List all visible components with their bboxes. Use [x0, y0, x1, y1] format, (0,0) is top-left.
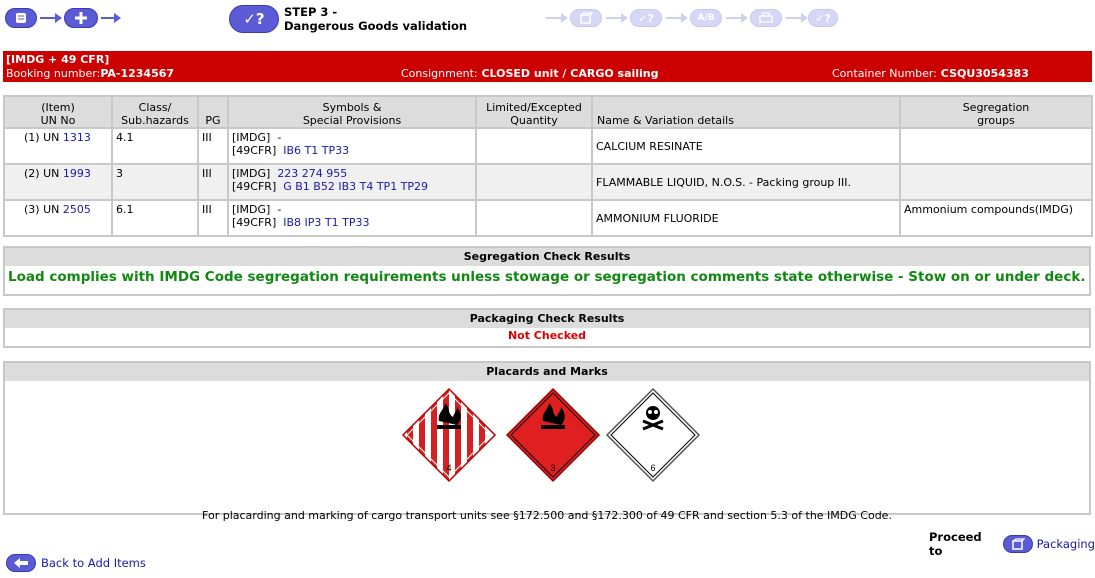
flammable-solid-placard-icon: 4 [401, 387, 497, 483]
step3-validation-icon[interactable]: ✓? [229, 5, 279, 33]
packaging-title: Packaging Check Results [5, 310, 1089, 328]
class-cell: 6.1 [111, 199, 199, 237]
step6-ab-icon: A/B [690, 9, 722, 27]
un-number-link[interactable]: 1313 [63, 131, 91, 144]
segregation-cell [899, 127, 1093, 165]
step-arrow-icon [101, 13, 121, 23]
col-name: Name & Variation details [591, 95, 901, 129]
table-row: (3) UN 2505 6.1 III [IMDG] - [49CFR] IB8 … [3, 199, 1093, 237]
special-provisions-link[interactable]: 223 274 955 [277, 167, 347, 180]
un-number-link[interactable]: 1993 [63, 167, 91, 180]
symbols-cell: [IMDG] 223 274 955 [49CFR] G B1 B52 IB3 T… [227, 163, 477, 201]
segregation-cell: Ammonium compounds(IMDG) [899, 199, 1093, 237]
class-cell: 4.1 [111, 127, 199, 165]
segregation-message: Load complies with IMDG Code segregation… [8, 269, 1086, 285]
pg-cell: III [197, 199, 229, 237]
table-row: (1) UN 1313 4.1 III [IMDG] - [49CFR] IB6 … [3, 127, 1093, 165]
back-section[interactable]: Back to Add Items [6, 554, 146, 572]
name-cell: FLAMMABLE LIQUID, N.O.S. - Packing group… [591, 163, 901, 201]
placarding-note: For placarding and marking of cargo tran… [202, 509, 892, 522]
step7-print-icon [750, 9, 782, 27]
step-arrow-icon [606, 13, 628, 23]
limited-cell [475, 163, 593, 201]
symbols-cell: [IMDG] - [49CFR] IB8 IP3 T1 TP33 [227, 199, 477, 237]
placard-class-number: 4 [446, 463, 451, 473]
consignment-type: Consignment: CLOSED unit / CARGO sailing [401, 67, 659, 80]
placards-area: 4 3 6 [5, 381, 1089, 509]
back-arrow-icon[interactable] [6, 554, 36, 572]
step1-list-icon[interactable] [5, 8, 37, 28]
placards-panel: Placards and Marks 4 3 6 For placarding … [3, 361, 1091, 522]
back-to-add-items-link[interactable]: Back to Add Items [41, 556, 146, 570]
step2-add-icon[interactable] [64, 8, 98, 28]
col-symbols: Symbols & Special Provisions [227, 95, 477, 129]
un-number-link[interactable]: 2505 [63, 203, 91, 216]
placards-title: Placards and Marks [5, 363, 1089, 381]
special-provisions-link[interactable]: IB8 IP3 T1 TP33 [283, 216, 369, 229]
segregation-title: Segregation Check Results [5, 248, 1089, 266]
consignment-header: [IMDG + 49 CFR] Booking number:PA-123456… [3, 51, 1092, 82]
dangerous-goods-table: (Item) UN No Class/Sub.hazards PG Symbols… [3, 95, 1093, 237]
step-arrow-icon [726, 13, 748, 23]
name-cell: CALCIUM RESINATE [591, 127, 901, 165]
placard-class-number: 3 [550, 463, 555, 473]
step5-check-icon: ✓? [630, 9, 662, 27]
container-number: Container Number: CSQU3054383 [832, 67, 1029, 80]
table-row: (2) UN 1993 3 III [IMDG] 223 274 955 [49C… [3, 163, 1093, 201]
item-un-cell: (1) UN 1313 [3, 127, 113, 165]
segregation-panel: Segregation Check Results Load complies … [3, 246, 1091, 296]
packaging-status: Not Checked [507, 329, 587, 342]
special-provisions-link[interactable]: G B1 B52 IB3 T4 TP1 TP29 [283, 180, 428, 193]
col-item-un: (Item) UN No [3, 95, 113, 129]
item-un-cell: (2) UN 1993 [3, 163, 113, 201]
regimes-label: [IMDG + 49 CFR] [6, 53, 110, 66]
step4-packaging-icon [570, 9, 602, 27]
step8-check-icon: ✓? [808, 9, 838, 27]
pg-cell: III [197, 127, 229, 165]
booking-number: Booking number:PA-1234567 [6, 67, 175, 80]
proceed-label: Proceed to [929, 530, 982, 558]
toxic-placard-icon: 6 [605, 387, 701, 483]
limited-cell [475, 127, 593, 165]
step-arrow-icon [40, 13, 62, 23]
step-arrow-icon [546, 13, 568, 23]
special-provisions-link[interactable]: IB6 T1 TP33 [283, 144, 349, 157]
packaging-step-icon[interactable] [1002, 535, 1033, 553]
proceed-packaging-link[interactable]: Packaging [1037, 537, 1095, 551]
proceed-section: Proceed to Packaging [929, 530, 1095, 558]
segregation-cell [899, 163, 1093, 201]
col-pg: PG [197, 95, 229, 129]
flammable-liquid-placard-icon: 3 [505, 387, 601, 483]
col-class: Class/Sub.hazards [111, 95, 199, 129]
packaging-panel: Packaging Check Results Not Checked [3, 308, 1091, 348]
symbols-cell: [IMDG] - [49CFR] IB6 T1 TP33 [227, 127, 477, 165]
col-segregation: Segregation groups [899, 95, 1093, 129]
limited-cell [475, 199, 593, 237]
step-navigation: ✓? STEP 3 - Dangerous Goods validation ✓… [0, 0, 1095, 44]
item-un-cell: (3) UN 2505 [3, 199, 113, 237]
placard-class-number: 6 [650, 463, 655, 473]
step-arrow-icon [786, 13, 808, 23]
pg-cell: III [197, 163, 229, 201]
class-cell: 3 [111, 163, 199, 201]
col-limited: Limited/Excepted Quantity [475, 95, 593, 129]
name-cell: AMMONIUM FLUORIDE [591, 199, 901, 237]
step-arrow-icon [666, 13, 688, 23]
step-title: STEP 3 - Dangerous Goods validation [284, 5, 468, 33]
